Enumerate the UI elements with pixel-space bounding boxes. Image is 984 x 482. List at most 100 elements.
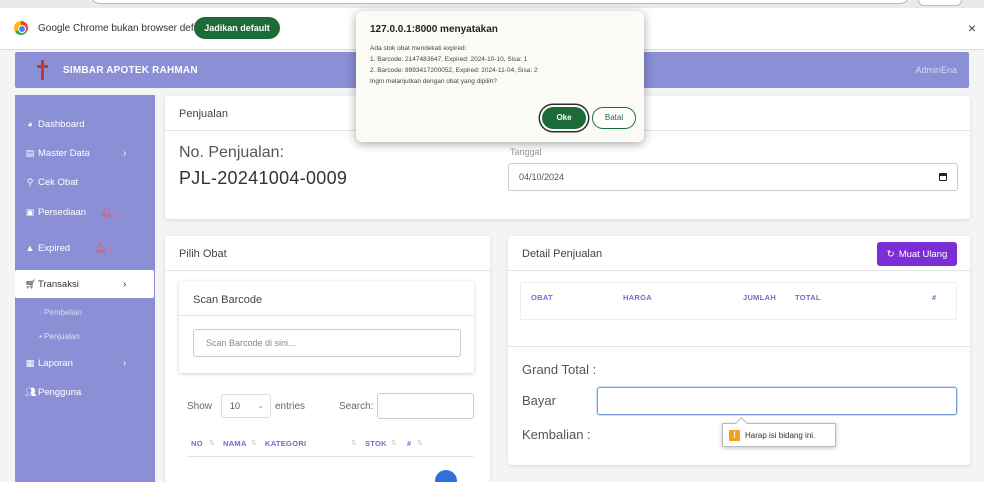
set-default-button[interactable]: Jadikan default: [194, 17, 280, 39]
grand-total-label: Grand Total :: [522, 362, 597, 377]
kembalian-label: Kembalian :: [522, 427, 591, 442]
sidebar-item-label: Cek Obat: [38, 176, 79, 188]
users-icon: 👥︎: [25, 386, 37, 397]
sidebar-item-label: Persediaan: [38, 206, 87, 218]
column-header-jumlah: JUMLAH: [743, 293, 777, 302]
notification-badge: 1: [114, 207, 120, 217]
sidebar-item-persediaan[interactable]: ▣ Persediaan 🔔︎ 1: [15, 198, 155, 226]
calendar-icon[interactable]: [939, 173, 947, 181]
dashboard-icon: ◕: [27, 119, 33, 129]
sidebar-item-pengguna[interactable]: 👥︎ Pengguna: [15, 378, 155, 406]
scan-barcode-input[interactable]: Scan Barcode di sini...: [193, 329, 461, 357]
warning-icon: !: [729, 429, 740, 441]
bell-icon: 🔔︎: [100, 206, 113, 218]
sidebar-subitem-penjualan[interactable]: • Penjualan: [39, 332, 80, 341]
card-title: Detail Penjualan: [522, 248, 603, 260]
search-label: Search:: [339, 401, 374, 412]
sidebar-item-laporan[interactable]: ▦ Laporan ›: [15, 349, 155, 377]
sidebar-item-label: Transaksi: [38, 278, 79, 290]
sidebar-item-label: Master Data: [38, 147, 90, 159]
sort-icon: ⇅: [209, 440, 215, 447]
column-header-action: #: [932, 293, 937, 302]
entries-value: 10: [230, 401, 241, 411]
column-header-obat: OBAT: [531, 293, 553, 302]
sidebar-item-dashboard[interactable]: ◕ Dashboard: [15, 110, 155, 138]
sidebar: ◕ Dashboard ▤ Master Data › ⚲ Cek Obat ▣…: [15, 95, 155, 482]
column-header-no[interactable]: NO: [191, 439, 203, 448]
search-icon: ⚲: [26, 176, 34, 187]
profile-button[interactable]: [918, 0, 962, 6]
bell-icon: 🔔︎: [94, 242, 107, 254]
chevron-right-icon: ›: [123, 147, 127, 159]
sidebar-item-expired[interactable]: ▲ Expired 🔔︎ 1: [15, 234, 155, 262]
scan-barcode-card: Scan Barcode Scan Barcode di sini...: [179, 281, 474, 373]
sort-icon: ⇅: [251, 440, 257, 447]
column-header-nama[interactable]: NAMA: [223, 439, 247, 448]
card-title: Pilih Obat: [179, 248, 227, 260]
chevron-right-icon: ›: [123, 357, 127, 369]
bayar-input[interactable]: [597, 387, 957, 415]
column-header-stok[interactable]: STOK: [365, 439, 387, 448]
tanggal-input[interactable]: 04/10/2024: [508, 163, 958, 191]
validation-tooltip: ! Harap isi bidang ini.: [722, 423, 836, 447]
detail-table: OBAT HARGA JUMLAH TOTAL #: [520, 282, 957, 320]
table-search-input[interactable]: [377, 393, 474, 419]
sidebar-subitem-label: Pembelian: [44, 308, 82, 317]
database-icon: ▤: [25, 147, 35, 158]
chevron-down-icon: ⌄: [257, 401, 264, 410]
bayar-label: Bayar: [522, 393, 556, 408]
card-title: Penjualan: [179, 108, 228, 120]
dialog-message-line: Ada stok obat mendekati expired:: [370, 45, 467, 52]
entries-select[interactable]: 10 ⌄: [221, 394, 271, 418]
sidebar-item-master-data[interactable]: ▤ Master Data ›: [15, 139, 155, 167]
sort-icon: ⇅: [351, 440, 357, 447]
column-header-action[interactable]: #: [407, 439, 411, 448]
no-penjualan-value: PJL-20241004-0009: [179, 168, 348, 188]
browser-tabstrip: [0, 0, 984, 8]
close-icon[interactable]: ×: [968, 20, 976, 36]
show-label: Show: [187, 401, 213, 412]
reload-button[interactable]: ↻ Muat Ulang: [877, 242, 957, 266]
sidebar-item-label: Laporan: [38, 357, 73, 369]
pharmacy-logo-icon: [37, 60, 48, 80]
user-menu[interactable]: AdminEna: [915, 65, 957, 75]
column-header-total: TOTAL: [795, 293, 821, 302]
box-icon: ▣: [25, 206, 35, 217]
warning-icon: ▲: [25, 243, 35, 253]
sort-icon: ⇅: [391, 440, 397, 447]
refresh-icon: ↻: [886, 248, 895, 260]
chrome-icon: [14, 21, 28, 35]
no-penjualan-label: No. Penjualan:: [179, 144, 284, 161]
app-title: SIMBAR APOTEK RAHMAN: [63, 65, 198, 76]
sidebar-item-cek-obat[interactable]: ⚲ Cek Obat: [15, 168, 155, 196]
notification-badge: 1: [108, 243, 114, 253]
report-icon: ▦: [25, 357, 35, 368]
sidebar-item-label: Pengguna: [38, 386, 82, 398]
tanggal-label: Tanggal: [510, 147, 542, 157]
column-header-kategori[interactable]: KATEGORI: [265, 439, 306, 448]
pilih-obat-card: Pilih Obat Scan Barcode Scan Barcode di …: [165, 236, 490, 482]
infobar-message: Google Chrome bukan browser default: [38, 23, 210, 34]
detail-penjualan-card: Detail Penjualan ↻ Muat Ulang OBAT HARGA…: [508, 236, 970, 465]
dialog-message-line: 1. Barcode: 2147483647, Expired: 2024-10…: [370, 56, 528, 63]
entries-label: entries: [275, 401, 306, 412]
chevron-right-icon: ›: [123, 278, 127, 290]
reload-button-label: Muat Ulang: [898, 248, 948, 260]
sort-icon: ⇅: [417, 440, 423, 447]
tanggal-value: 04/10/2024: [519, 172, 565, 182]
dialog-message-line: Ingin melanjutkan dengan obat yang dipil…: [370, 78, 497, 85]
sidebar-item-label: Expired: [38, 242, 71, 254]
cancel-button[interactable]: Batal: [592, 107, 636, 129]
ok-button[interactable]: Oke: [542, 107, 586, 129]
column-header-harga: HARGA: [623, 293, 652, 302]
address-bar[interactable]: [90, 0, 910, 4]
sidebar-subitem-label: Penjualan: [44, 332, 80, 341]
sidebar-item-transaksi[interactable]: 🛒︎ Transaksi ›: [15, 270, 154, 298]
cart-icon: 🛒︎: [25, 278, 37, 289]
scroll-up-button[interactable]: [435, 470, 457, 482]
sidebar-subitem-pembelian[interactable]: ◦ Pembelian: [39, 308, 82, 317]
card-title: Scan Barcode: [193, 294, 263, 306]
dialog-title: 127.0.0.1:8000 menyatakan: [370, 24, 498, 35]
dialog-message-line: 2. Barcode: 8993417200052, Expired: 2024…: [370, 67, 538, 74]
confirm-dialog: 127.0.0.1:8000 menyatakan Ada stok obat …: [356, 11, 644, 142]
